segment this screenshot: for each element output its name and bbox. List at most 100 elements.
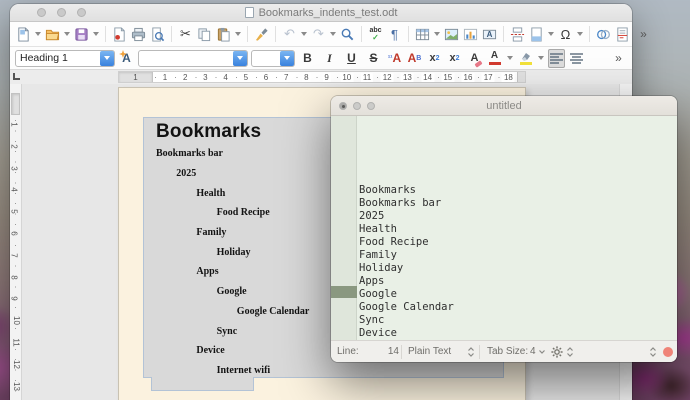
save-dropdown-icon[interactable] (93, 32, 99, 36)
paste-dropdown-icon[interactable] (235, 32, 241, 36)
paragraph-style-dropdown-icon[interactable] (100, 50, 114, 66)
formatting-overflow-button[interactable]: » (610, 49, 627, 68)
cut-button[interactable]: ✂ (177, 25, 194, 44)
new-document-button[interactable] (15, 25, 32, 44)
font-size-dropdown-icon[interactable] (280, 50, 294, 66)
increase-size-button[interactable]: ¹¹ A (386, 49, 403, 68)
subscript-button[interactable]: x2 (446, 49, 463, 68)
italic-button[interactable]: I (320, 49, 339, 68)
syntax-mode-select[interactable]: Plain Text (408, 346, 451, 357)
highlight-dropdown-icon[interactable] (538, 56, 544, 60)
minimize-button[interactable] (353, 102, 361, 110)
insert-title-page-button[interactable] (528, 25, 545, 44)
bold-button[interactable]: B (298, 49, 317, 68)
insert-footnote-button[interactable] (614, 25, 631, 44)
insert-image-button[interactable] (443, 25, 460, 44)
title-page-dropdown-icon[interactable] (548, 32, 554, 36)
find-replace-button[interactable] (339, 25, 356, 44)
formatting-marks-button[interactable]: ¶ (386, 25, 403, 44)
editor-body[interactable]: Bookmarks Bookmarks bar 2025 Health Food Rec… (331, 116, 677, 340)
special-character-button[interactable]: Ω (557, 25, 574, 44)
minimize-button[interactable] (57, 8, 66, 17)
open-button[interactable] (44, 25, 61, 44)
editor-status-bar: Line: 14 Plain Text Tab Size: 4 (331, 340, 677, 362)
status-indicator-dot[interactable] (663, 347, 673, 357)
insert-page-break-button[interactable] (509, 25, 526, 44)
update-style-button[interactable]: A (118, 49, 135, 68)
underline-button[interactable]: U (342, 49, 361, 68)
redo-dropdown-icon[interactable] (330, 32, 336, 36)
print-button[interactable] (130, 25, 147, 44)
editor-line: Device (359, 327, 397, 339)
window-controls (37, 8, 86, 17)
table-dropdown-icon[interactable] (434, 32, 440, 36)
superscript-button[interactable]: x2 (426, 49, 443, 68)
spelling-button[interactable]: abc ✓ (367, 25, 384, 44)
vertical-ruler-margin (11, 93, 20, 115)
new-dropdown-icon[interactable] (35, 32, 41, 36)
ruler-number: 5 (241, 73, 251, 82)
ruler-number: 7 (281, 73, 291, 82)
vertical-ruler[interactable]: 123456789101112131415 (10, 84, 22, 400)
paste-button[interactable] (215, 25, 232, 44)
insert-table-button[interactable] (414, 25, 431, 44)
save-button[interactable] (73, 25, 90, 44)
ruler-number: 6 (10, 231, 19, 236)
right-stepper-icon[interactable] (649, 346, 657, 358)
toolbar-overflow-button[interactable]: » (635, 25, 652, 44)
decrease-size-button[interactable]: AB (406, 49, 423, 68)
close-button[interactable] (37, 8, 46, 17)
ruler-number: 17 (481, 73, 495, 82)
font-name-dropdown-icon[interactable] (233, 50, 247, 66)
zoom-button[interactable] (77, 8, 86, 17)
ruler-number: 4 (10, 187, 19, 193)
font-name-select[interactable] (138, 49, 248, 67)
ruler-number: 8 (302, 73, 311, 82)
open-dropdown-icon[interactable] (64, 32, 70, 36)
export-pdf-button[interactable] (111, 25, 128, 44)
highlight-color-bar (519, 61, 532, 65)
editor-text-area[interactable]: Bookmarks Bookmarks bar 2025 Health Food Rec… (359, 119, 454, 340)
undo-dropdown-icon[interactable] (301, 32, 307, 36)
editor-titlebar: untitled (331, 96, 677, 116)
redo-button[interactable]: ↷ (310, 25, 327, 44)
copy-button[interactable] (196, 25, 213, 44)
undo-button[interactable]: ↶ (281, 25, 298, 44)
special-character-dropdown-icon[interactable] (577, 32, 583, 36)
gear-stepper-icon[interactable] (566, 346, 574, 358)
tab-size-caret-icon[interactable] (538, 349, 546, 355)
insert-chart-button[interactable] (462, 25, 479, 44)
status-divider (479, 345, 480, 359)
syntax-stepper-icon[interactable] (467, 346, 475, 358)
insert-textbox-button[interactable]: A (481, 25, 498, 44)
editor-line: Health (359, 223, 397, 235)
highlight-color-button[interactable] (517, 49, 534, 68)
horizontal-ruler[interactable]: 1 1 2 3 4 5 6 7 8 9 10 11 12 13 14 15 16 17 18 (118, 71, 526, 83)
ruler-right-margin (517, 72, 525, 82)
textbox-a-glyph: A (486, 29, 493, 39)
libreoffice-titlebar: Bookmarks_indents_test.odt (10, 4, 632, 22)
font-color-button[interactable]: A (486, 49, 503, 68)
tab-size-value[interactable]: 4 (530, 346, 536, 357)
paragraph-style-value: Heading 1 (20, 52, 68, 64)
font-size-select[interactable] (251, 49, 295, 67)
paragraph-style-select[interactable]: Heading 1 (15, 49, 115, 67)
strikethrough-button[interactable]: S (364, 49, 383, 68)
print-preview-button[interactable] (149, 25, 166, 44)
clear-formatting-button[interactable]: A (466, 49, 483, 68)
zoom-button[interactable] (367, 102, 375, 110)
toolbar-separator (503, 26, 504, 42)
ruler-number: 9 (322, 73, 331, 82)
standard-toolbar: ✂ ↶ ↷ abc ✓ ¶ A Ω » (10, 22, 647, 47)
font-color-a: A (490, 50, 499, 61)
tab-stop-selector-icon[interactable] (13, 73, 20, 80)
font-color-dropdown-icon[interactable] (507, 56, 513, 60)
close-button[interactable] (339, 102, 347, 110)
insert-hyperlink-button[interactable] (595, 25, 612, 44)
tab-size-label: Tab Size: (487, 346, 529, 357)
align-left-button[interactable] (548, 48, 565, 68)
gear-icon[interactable] (551, 346, 563, 358)
clone-formatting-button[interactable] (253, 25, 270, 44)
align-center-button[interactable] (568, 49, 585, 68)
editor-line: Bookmarks (359, 184, 416, 196)
